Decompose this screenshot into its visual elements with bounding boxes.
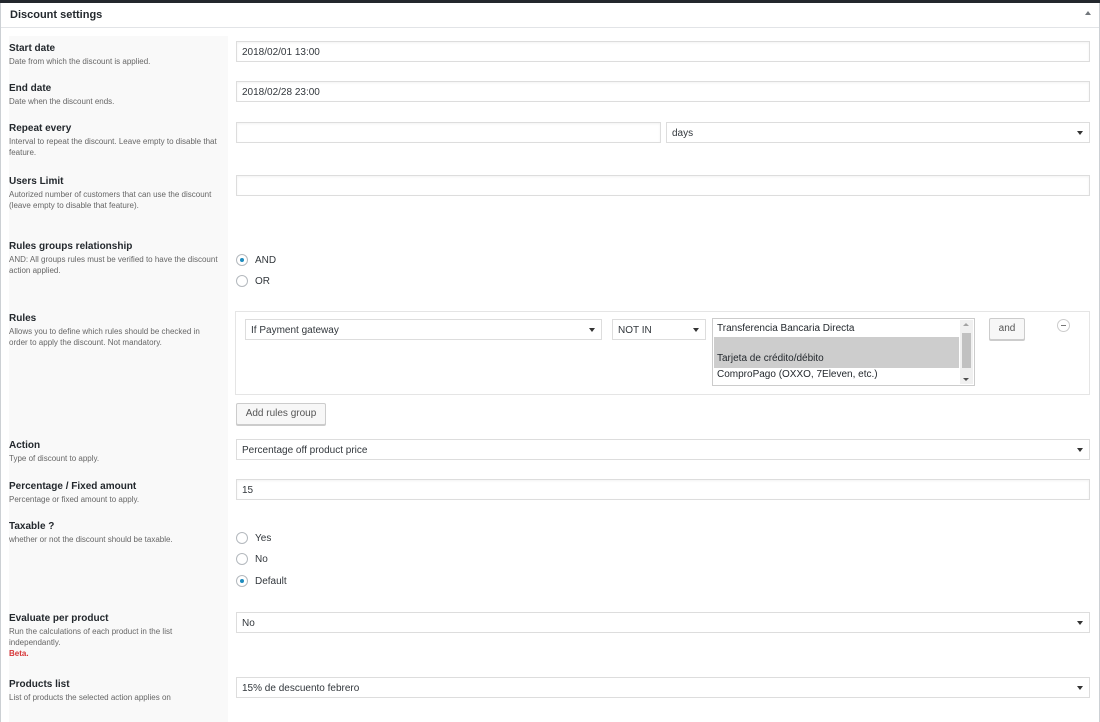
chevron-down-icon xyxy=(1077,448,1083,452)
users-limit-title: Users Limit xyxy=(9,176,64,187)
taxable-yes-option[interactable]: Yes xyxy=(236,531,271,545)
chevron-down-icon xyxy=(693,328,699,332)
chevron-down-icon xyxy=(1077,621,1083,625)
end-date-title: End date xyxy=(9,83,52,94)
rule-values-multiselect[interactable]: Transferencia Bancaria Directa Tarjeta d… xyxy=(712,318,975,386)
amount-title: Percentage / Fixed amount xyxy=(9,481,137,492)
end-date-description: Date when the discount ends. xyxy=(9,97,115,106)
action-label: Action Type of discount to apply. xyxy=(9,440,219,464)
taxable-label: Taxable ? whether or not the discount sh… xyxy=(9,521,219,545)
repeat-every-input[interactable] xyxy=(236,122,661,143)
chevron-down-icon xyxy=(1077,686,1083,690)
scroll-down-arrow-icon[interactable] xyxy=(963,378,969,381)
evaluate-per-product-title: Evaluate per product xyxy=(9,613,109,624)
radio-no[interactable] xyxy=(236,553,248,565)
users-limit-description: Autorized number of customers that can u… xyxy=(9,190,212,210)
users-limit-input[interactable] xyxy=(236,175,1090,196)
repeat-every-title: Repeat every xyxy=(9,123,72,134)
action-title: Action xyxy=(9,440,41,451)
add-rules-group-button[interactable]: Add rules group xyxy=(236,403,326,425)
panel-header: Discount settings xyxy=(1,3,1099,28)
rules-title: Rules xyxy=(9,313,37,324)
panel-title: Discount settings xyxy=(10,9,103,21)
chevron-down-icon xyxy=(589,328,595,332)
scrollbar-thumb[interactable] xyxy=(962,333,971,368)
relationship-and-option[interactable]: AND xyxy=(236,253,276,267)
radio-no-label: No xyxy=(255,553,268,565)
products-list-value: 15% de descuento febrero xyxy=(242,683,360,694)
rules-description: Allows you to define which rules should … xyxy=(9,327,200,347)
action-description: Type of discount to apply. xyxy=(9,454,100,463)
rule-value-option[interactable]: Tarjeta de crédito/débito xyxy=(717,353,824,365)
amount-label: Percentage / Fixed amount Percentage or … xyxy=(9,481,219,505)
radio-and-label: AND xyxy=(255,254,277,266)
evaluate-per-product-value: No xyxy=(242,618,255,629)
radio-yes-label: Yes xyxy=(255,532,272,544)
rule-operator-select[interactable]: NOT IN xyxy=(612,319,706,340)
users-limit-label: Users Limit Autorized number of customer… xyxy=(9,176,219,211)
rule-condition-value: If Payment gateway xyxy=(251,325,339,336)
taxable-title: Taxable ? xyxy=(9,521,55,532)
and-button[interactable]: and xyxy=(989,318,1025,340)
products-list-label: Products list List of products the selec… xyxy=(9,679,219,703)
rules-relationship-title: Rules groups relationship xyxy=(9,241,133,252)
radio-yes[interactable] xyxy=(236,532,248,544)
products-list-title: Products list xyxy=(9,679,70,690)
radio-and[interactable] xyxy=(236,254,248,266)
end-date-input[interactable]: 2018/02/28 23:00 xyxy=(236,81,1090,102)
products-list-select[interactable]: 15% de descuento febrero xyxy=(236,677,1090,698)
rule-value-option[interactable]: Transferencia Bancaria Directa xyxy=(717,323,854,335)
taxable-default-option[interactable]: Default xyxy=(236,574,287,588)
products-list-description: List of products the selected action app… xyxy=(9,693,171,702)
beta-badge: Beta. xyxy=(9,649,29,658)
rule-value-option[interactable]: ComproPago (OXXO, 7Eleven, etc.) xyxy=(717,369,878,381)
evaluate-per-product-label: Evaluate per product Run the calculation… xyxy=(9,613,219,659)
rule-operator-value: NOT IN xyxy=(618,325,652,336)
radio-or[interactable] xyxy=(236,275,248,287)
rules-relationship-label: Rules groups relationship AND: All group… xyxy=(9,241,219,276)
start-date-input[interactable]: 2018/02/01 13:00 xyxy=(236,41,1090,62)
repeat-every-label: Repeat every Interval to repeat the disc… xyxy=(9,123,219,158)
start-date-label: Start date Date from which the discount … xyxy=(9,43,219,67)
collapse-arrow-icon[interactable] xyxy=(1085,11,1091,15)
taxable-no-option[interactable]: No xyxy=(236,552,268,566)
repeat-unit-value: days xyxy=(672,128,694,139)
chevron-down-icon xyxy=(1077,131,1083,135)
amount-description: Percentage or fixed amount to apply. xyxy=(9,495,140,504)
rules-label: Rules Allows you to define which rules s… xyxy=(9,313,219,348)
scroll-up-arrow-icon[interactable] xyxy=(963,323,969,326)
action-value: Percentage off product price xyxy=(242,445,368,456)
evaluate-per-product-description: Run the calculations of each product in … xyxy=(9,627,173,647)
multiselect-scrollbar[interactable] xyxy=(960,320,973,384)
radio-default[interactable] xyxy=(236,575,248,587)
rule-condition-select[interactable]: If Payment gateway xyxy=(245,319,602,340)
start-date-description: Date from which the discount is applied. xyxy=(9,57,151,66)
relationship-or-option[interactable]: OR xyxy=(236,274,270,288)
repeat-unit-select[interactable]: days xyxy=(666,122,1090,143)
taxable-description: whether or not the discount should be ta… xyxy=(9,535,173,544)
amount-input[interactable]: 15 xyxy=(236,479,1090,500)
radio-or-label: OR xyxy=(255,275,270,287)
action-select[interactable]: Percentage off product price xyxy=(236,439,1090,460)
rules-relationship-description: AND: All groups rules must be verified t… xyxy=(9,255,218,275)
end-date-label: End date Date when the discount ends. xyxy=(9,83,219,107)
radio-default-label: Default xyxy=(255,575,287,587)
evaluate-per-product-select[interactable]: No xyxy=(236,612,1090,633)
remove-rule-icon[interactable] xyxy=(1057,319,1070,332)
repeat-every-description: Interval to repeat the discount. Leave e… xyxy=(9,137,217,157)
start-date-title: Start date xyxy=(9,43,56,54)
